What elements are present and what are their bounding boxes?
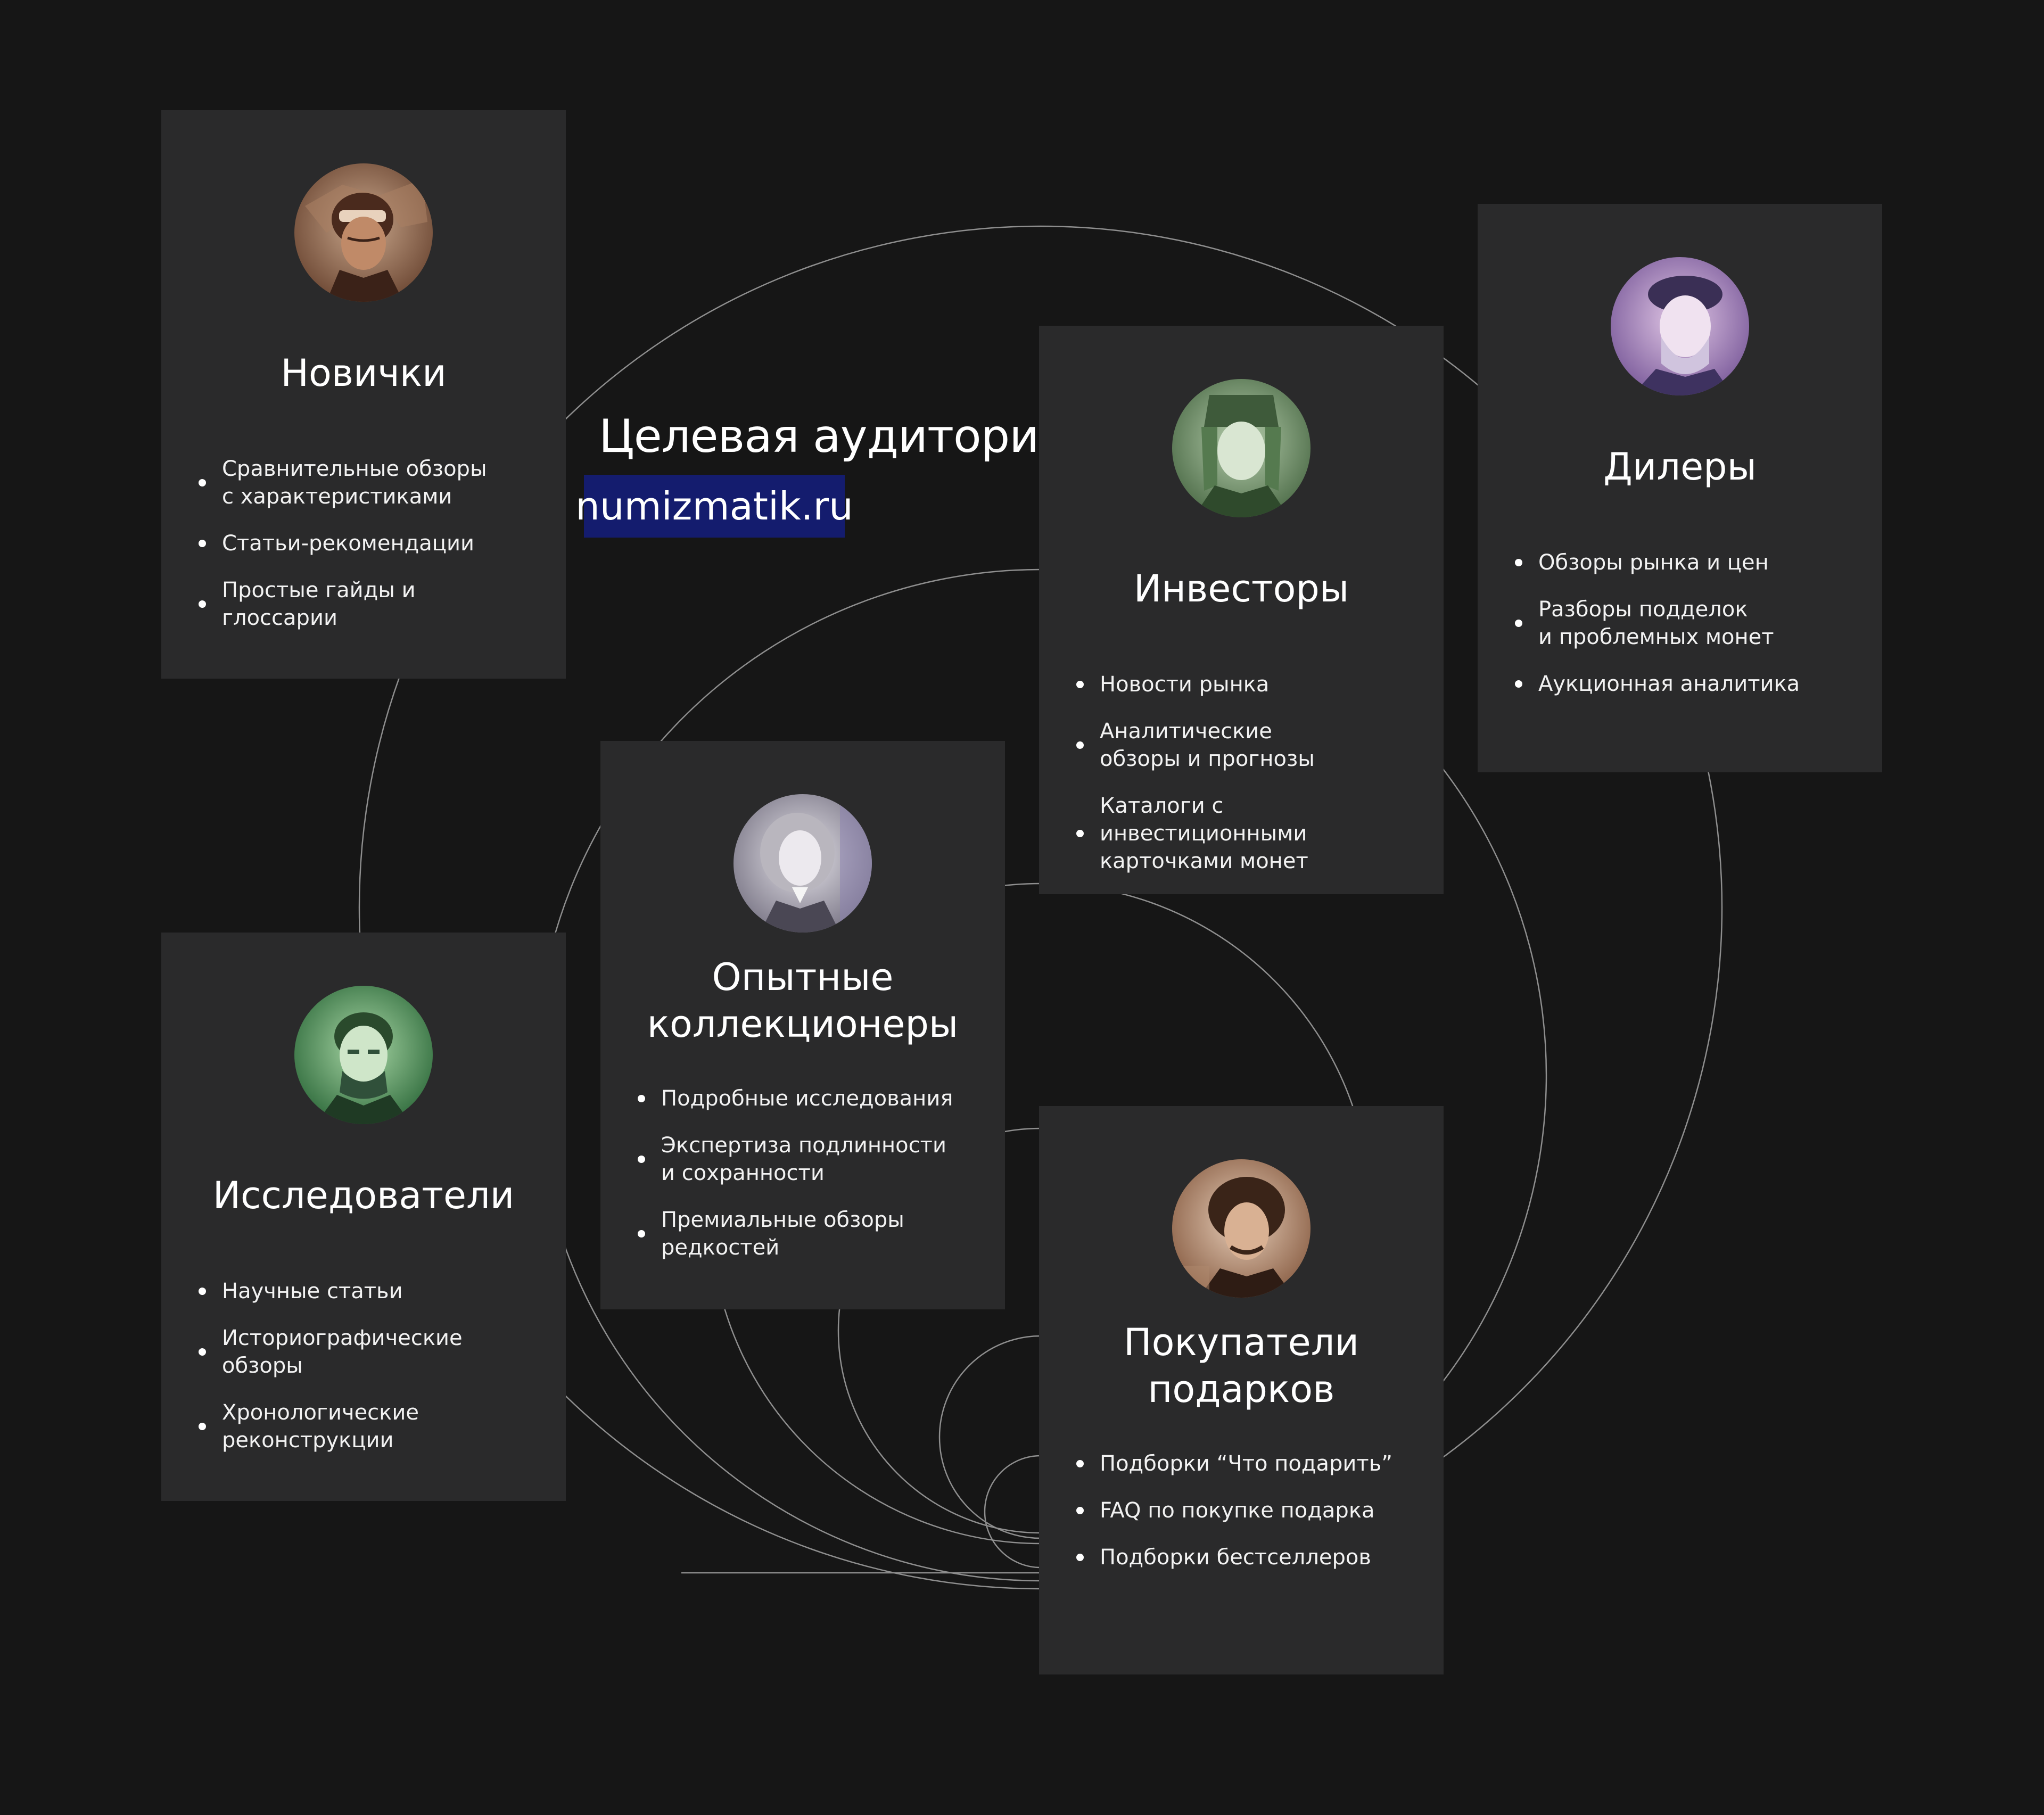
card-topic-list: Подборки “Что подарить” FAQ по покупке п… xyxy=(1076,1450,1406,1571)
list-item-text: Экспертиза подлинности и сохранности xyxy=(661,1133,946,1185)
bullet-icon xyxy=(1076,681,1084,688)
list-item-text: Аукционная аналитика xyxy=(1538,672,1800,696)
bullet-icon xyxy=(1076,1554,1084,1561)
card-title: Опытные коллекционеры xyxy=(647,955,959,1046)
audience-card-investors: Инвесторы Новости рынка Аналитические об… xyxy=(1039,326,1444,894)
portrait-knight-green-banknote-icon xyxy=(1172,379,1311,517)
bullet-icon xyxy=(199,479,206,486)
bullet-icon xyxy=(1515,620,1522,627)
list-item: Простые гайды и глоссарии xyxy=(199,576,529,632)
list-item: Экспертиза подлинности и сохранности xyxy=(638,1132,968,1187)
list-item: Аукционная аналитика xyxy=(1515,670,1845,698)
portrait-aviator-banknote-icon xyxy=(294,163,433,302)
list-item-text: Каталоги с инвестиционными карточками мо… xyxy=(1100,794,1308,873)
bullet-icon xyxy=(199,600,206,608)
list-item: Хронологические реконструкции xyxy=(199,1399,529,1454)
card-topic-list: Сравнительные обзоры с характеристиками … xyxy=(199,455,529,632)
list-item-text: Подборки бестселлеров xyxy=(1100,1545,1371,1570)
audience-card-researchers: Исследователи Научные статьи Историограф… xyxy=(161,933,566,1501)
bullet-icon xyxy=(199,1288,206,1295)
bullet-icon xyxy=(1076,830,1084,837)
bullet-icon xyxy=(1515,680,1522,688)
list-item: Статьи-рекомендации xyxy=(199,530,529,557)
bullet-icon xyxy=(638,1095,645,1102)
list-item-text: Подробные исследования xyxy=(661,1086,953,1111)
audience-card-beginners: Новички Сравнительные обзоры с характери… xyxy=(161,110,566,679)
list-item: Сравнительные обзоры с характеристиками xyxy=(199,455,529,510)
card-title: Дилеры xyxy=(1603,445,1757,489)
list-item-text: Обзоры рынка и цен xyxy=(1538,550,1769,575)
list-item-text: FAQ по покупке подарка xyxy=(1100,1498,1375,1523)
audience-card-experienced-collectors: Опытные коллекционеры Подробные исследов… xyxy=(600,741,1005,1309)
list-item: Историографические обзоры xyxy=(199,1324,529,1380)
list-item: FAQ по покупке подарка xyxy=(1076,1497,1406,1524)
list-item-text: Статьи-рекомендации xyxy=(222,531,475,556)
portrait-wigged-gentleman-banknote-icon xyxy=(733,794,872,933)
bullet-icon xyxy=(638,1230,645,1238)
audience-card-gift-buyers: Покупатели подарков Подборки “Что подари… xyxy=(1039,1106,1444,1674)
card-topic-list: Подробные исследования Экспертиза подлин… xyxy=(638,1085,968,1261)
list-item-text: Историографические обзоры xyxy=(222,1326,463,1378)
list-item-text: Простые гайды и глоссарии xyxy=(222,578,416,630)
list-item: Разборы подделок и проблемных монет xyxy=(1515,596,1845,651)
list-item: Научные статьи xyxy=(199,1277,529,1305)
card-title: Исследователи xyxy=(212,1174,515,1217)
audience-card-dealers: Дилеры Обзоры рынка и цен Разборы поддел… xyxy=(1478,204,1882,772)
list-item: Каталоги с инвестиционными карточками мо… xyxy=(1076,792,1406,875)
list-item-text: Научные статьи xyxy=(222,1279,403,1304)
card-topic-list: Обзоры рынка и цен Разборы подделок и пр… xyxy=(1515,549,1845,698)
bullet-icon xyxy=(199,1423,206,1430)
portrait-romantic-poet-banknote-icon xyxy=(1172,1159,1311,1298)
bullet-icon xyxy=(199,540,206,547)
list-item-text: Сравнительные обзоры с характеристиками xyxy=(222,457,487,509)
card-title: Новички xyxy=(281,351,447,395)
list-item: Новости рынка xyxy=(1076,671,1406,698)
portrait-elder-purple-banknote-icon xyxy=(1611,257,1749,395)
list-item: Обзоры рынка и цен xyxy=(1515,549,1845,576)
bullet-icon xyxy=(1076,741,1084,749)
bullet-icon xyxy=(1076,1507,1084,1514)
card-title: Покупатели подарков xyxy=(1124,1321,1359,1411)
bullet-icon xyxy=(638,1156,645,1163)
list-item-text: Новости рынка xyxy=(1100,672,1270,697)
list-item-text: Разборы подделок и проблемных монет xyxy=(1538,597,1774,649)
list-item-text: Подборки “Что подарить” xyxy=(1100,1451,1393,1476)
list-item: Подборки бестселлеров xyxy=(1076,1544,1406,1571)
list-item: Премиальные обзоры редкостей xyxy=(638,1206,968,1261)
bullet-icon xyxy=(1515,559,1522,566)
list-item: Подробные исследования xyxy=(638,1085,968,1112)
page-title: Целевая аудитория xyxy=(599,410,1066,463)
list-item-text: Аналитические обзоры и прогнозы xyxy=(1100,719,1315,771)
card-topic-list: Новости рынка Аналитические обзоры и про… xyxy=(1076,671,1406,875)
bullet-icon xyxy=(199,1348,206,1356)
card-title: Инвесторы xyxy=(1133,567,1349,610)
portrait-scholar-green-banknote-icon xyxy=(294,986,433,1124)
brand-badge: numizmatik.ru xyxy=(575,475,853,538)
brand-name: numizmatik.ru xyxy=(575,484,853,529)
list-item-text: Хронологические реконструкции xyxy=(222,1400,419,1453)
bullet-icon xyxy=(1076,1460,1084,1467)
list-item: Аналитические обзоры и прогнозы xyxy=(1076,717,1406,773)
list-item: Подборки “Что подарить” xyxy=(1076,1450,1406,1478)
list-item-text: Премиальные обзоры редкостей xyxy=(661,1208,904,1260)
card-topic-list: Научные статьи Историографические обзоры… xyxy=(199,1277,529,1454)
